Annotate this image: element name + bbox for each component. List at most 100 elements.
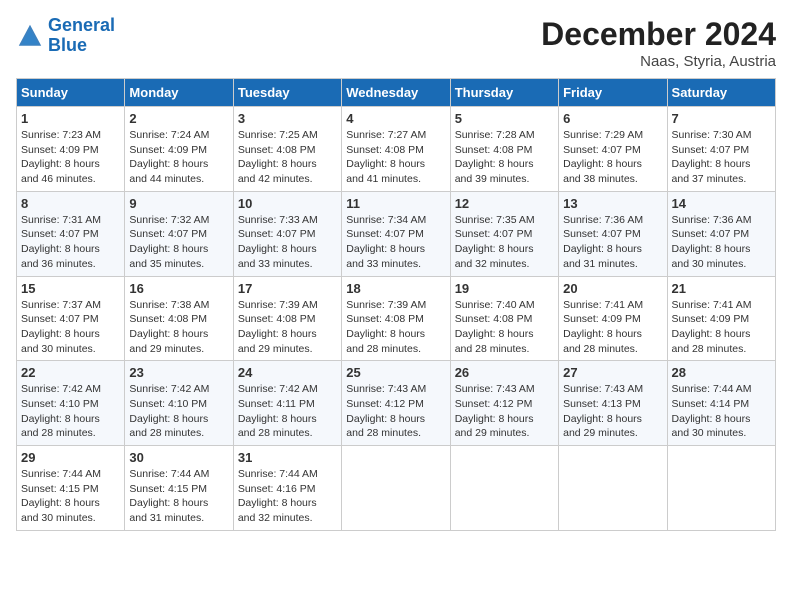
cell-text: Sunrise: 7:44 AMSunset: 4:16 PMDaylight:… [238, 467, 337, 526]
day-number: 9 [129, 196, 228, 211]
calendar-cell: 2 Sunrise: 7:24 AMSunset: 4:09 PMDaylight… [125, 107, 233, 192]
day-number: 4 [346, 111, 445, 126]
cell-text: Sunrise: 7:39 AMSunset: 4:08 PMDaylight:… [238, 298, 337, 357]
day-number: 3 [238, 111, 337, 126]
day-number: 2 [129, 111, 228, 126]
month-title: December 2024 [541, 16, 776, 53]
calendar-cell: 9 Sunrise: 7:32 AMSunset: 4:07 PMDaylight… [125, 191, 233, 276]
cell-text: Sunrise: 7:44 AMSunset: 4:14 PMDaylight:… [672, 382, 771, 441]
day-number: 6 [563, 111, 662, 126]
calendar-cell: 6 Sunrise: 7:29 AMSunset: 4:07 PMDaylight… [559, 107, 667, 192]
logo-general: General [48, 15, 115, 35]
calendar-cell: 28 Sunrise: 7:44 AMSunset: 4:14 PMDayligh… [667, 361, 775, 446]
cell-text: Sunrise: 7:40 AMSunset: 4:08 PMDaylight:… [455, 298, 554, 357]
calendar-cell [559, 446, 667, 531]
col-header-friday: Friday [559, 79, 667, 107]
cell-text: Sunrise: 7:38 AMSunset: 4:08 PMDaylight:… [129, 298, 228, 357]
week-row-2: 8 Sunrise: 7:31 AMSunset: 4:07 PMDaylight… [17, 191, 776, 276]
calendar-cell: 30 Sunrise: 7:44 AMSunset: 4:15 PMDayligh… [125, 446, 233, 531]
cell-text: Sunrise: 7:23 AMSunset: 4:09 PMDaylight:… [21, 128, 120, 187]
week-row-1: 1 Sunrise: 7:23 AMSunset: 4:09 PMDaylight… [17, 107, 776, 192]
cell-text: Sunrise: 7:24 AMSunset: 4:09 PMDaylight:… [129, 128, 228, 187]
cell-text: Sunrise: 7:33 AMSunset: 4:07 PMDaylight:… [238, 213, 337, 272]
calendar-header-row: SundayMondayTuesdayWednesdayThursdayFrid… [17, 79, 776, 107]
calendar-cell: 20Sunrise: 7:41 AMSunset: 4:09 PMDayligh… [559, 276, 667, 361]
cell-text: Sunrise: 7:43 AMSunset: 4:12 PMDaylight:… [346, 382, 445, 441]
calendar-cell: 19Sunrise: 7:40 AMSunset: 4:08 PMDayligh… [450, 276, 558, 361]
cell-text: Sunrise: 7:31 AMSunset: 4:07 PMDaylight:… [21, 213, 120, 272]
week-row-5: 29 Sunrise: 7:44 AMSunset: 4:15 PMDayligh… [17, 446, 776, 531]
cell-text: Sunrise: 7:43 AMSunset: 4:13 PMDaylight:… [563, 382, 662, 441]
calendar-cell: 13Sunrise: 7:36 AMSunset: 4:07 PMDayligh… [559, 191, 667, 276]
cell-text: Sunrise: 7:28 AMSunset: 4:08 PMDaylight:… [455, 128, 554, 187]
cell-text: Sunrise: 7:27 AMSunset: 4:08 PMDaylight:… [346, 128, 445, 187]
calendar-cell: 1 Sunrise: 7:23 AMSunset: 4:09 PMDaylight… [17, 107, 125, 192]
calendar-cell: 11Sunrise: 7:34 AMSunset: 4:07 PMDayligh… [342, 191, 450, 276]
calendar-cell: 16 Sunrise: 7:38 AMSunset: 4:08 PMDayligh… [125, 276, 233, 361]
cell-text: Sunrise: 7:30 AMSunset: 4:07 PMDaylight:… [672, 128, 771, 187]
day-number: 30 [129, 450, 228, 465]
calendar-cell: 22Sunrise: 7:42 AMSunset: 4:10 PMDayligh… [17, 361, 125, 446]
col-header-saturday: Saturday [667, 79, 775, 107]
day-number: 8 [21, 196, 120, 211]
calendar-cell: 29Sunrise: 7:44 AMSunset: 4:15 PMDayligh… [17, 446, 125, 531]
col-header-sunday: Sunday [17, 79, 125, 107]
calendar-cell: 10 Sunrise: 7:33 AMSunset: 4:07 PMDayligh… [233, 191, 341, 276]
day-number: 15 [21, 281, 120, 296]
cell-text: Sunrise: 7:44 AMSunset: 4:15 PMDaylight:… [129, 467, 228, 526]
cell-text: Sunrise: 7:25 AMSunset: 4:08 PMDaylight:… [238, 128, 337, 187]
day-number: 5 [455, 111, 554, 126]
cell-text: Sunrise: 7:43 AMSunset: 4:12 PMDaylight:… [455, 382, 554, 441]
calendar-cell: 18 Sunrise: 7:39 AMSunset: 4:08 PMDayligh… [342, 276, 450, 361]
day-number: 7 [672, 111, 771, 126]
calendar-cell: 15 Sunrise: 7:37 AMSunset: 4:07 PMDayligh… [17, 276, 125, 361]
cell-text: Sunrise: 7:42 AMSunset: 4:11 PMDaylight:… [238, 382, 337, 441]
calendar-cell [450, 446, 558, 531]
day-number: 29 [21, 450, 120, 465]
page-header: General Blue December 2024 Naas, Styria,… [16, 16, 776, 70]
cell-text: Sunrise: 7:32 AMSunset: 4:07 PMDaylight:… [129, 213, 228, 272]
day-number: 25 [346, 365, 445, 380]
day-number: 12 [455, 196, 554, 211]
col-header-wednesday: Wednesday [342, 79, 450, 107]
calendar-cell [667, 446, 775, 531]
cell-text: Sunrise: 7:39 AMSunset: 4:08 PMDaylight:… [346, 298, 445, 357]
day-number: 10 [238, 196, 337, 211]
calendar-cell: 5 Sunrise: 7:28 AMSunset: 4:08 PMDaylight… [450, 107, 558, 192]
day-number: 18 [346, 281, 445, 296]
calendar-cell: 24 Sunrise: 7:42 AMSunset: 4:11 PMDayligh… [233, 361, 341, 446]
col-header-tuesday: Tuesday [233, 79, 341, 107]
cell-text: Sunrise: 7:34 AMSunset: 4:07 PMDaylight:… [346, 213, 445, 272]
day-number: 31 [238, 450, 337, 465]
cell-text: Sunrise: 7:41 AMSunset: 4:09 PMDaylight:… [563, 298, 662, 357]
calendar-cell: 23Sunrise: 7:42 AMSunset: 4:10 PMDayligh… [125, 361, 233, 446]
day-number: 16 [129, 281, 228, 296]
cell-text: Sunrise: 7:37 AMSunset: 4:07 PMDaylight:… [21, 298, 120, 357]
day-number: 28 [672, 365, 771, 380]
day-number: 24 [238, 365, 337, 380]
day-number: 26 [455, 365, 554, 380]
logo-blue: Blue [48, 35, 87, 55]
day-number: 27 [563, 365, 662, 380]
cell-text: Sunrise: 7:29 AMSunset: 4:07 PMDaylight:… [563, 128, 662, 187]
day-number: 13 [563, 196, 662, 211]
calendar-table: SundayMondayTuesdayWednesdayThursdayFrid… [16, 78, 776, 531]
col-header-thursday: Thursday [450, 79, 558, 107]
calendar-cell: 25 Sunrise: 7:43 AMSunset: 4:12 PMDayligh… [342, 361, 450, 446]
calendar-cell: 17Sunrise: 7:39 AMSunset: 4:08 PMDayligh… [233, 276, 341, 361]
calendar-cell: 31 Sunrise: 7:44 AMSunset: 4:16 PMDayligh… [233, 446, 341, 531]
week-row-3: 15 Sunrise: 7:37 AMSunset: 4:07 PMDayligh… [17, 276, 776, 361]
calendar-cell: 8 Sunrise: 7:31 AMSunset: 4:07 PMDaylight… [17, 191, 125, 276]
calendar-cell: 7 Sunrise: 7:30 AMSunset: 4:07 PMDaylight… [667, 107, 775, 192]
calendar-cell: 14Sunrise: 7:36 AMSunset: 4:07 PMDayligh… [667, 191, 775, 276]
calendar-cell: 3 Sunrise: 7:25 AMSunset: 4:08 PMDaylight… [233, 107, 341, 192]
col-header-monday: Monday [125, 79, 233, 107]
cell-text: Sunrise: 7:41 AMSunset: 4:09 PMDaylight:… [672, 298, 771, 357]
calendar-cell [342, 446, 450, 531]
day-number: 1 [21, 111, 120, 126]
calendar-cell: 12 Sunrise: 7:35 AMSunset: 4:07 PMDayligh… [450, 191, 558, 276]
logo-icon [16, 22, 44, 50]
cell-text: Sunrise: 7:35 AMSunset: 4:07 PMDaylight:… [455, 213, 554, 272]
calendar-cell: 27 Sunrise: 7:43 AMSunset: 4:13 PMDayligh… [559, 361, 667, 446]
day-number: 23 [129, 365, 228, 380]
